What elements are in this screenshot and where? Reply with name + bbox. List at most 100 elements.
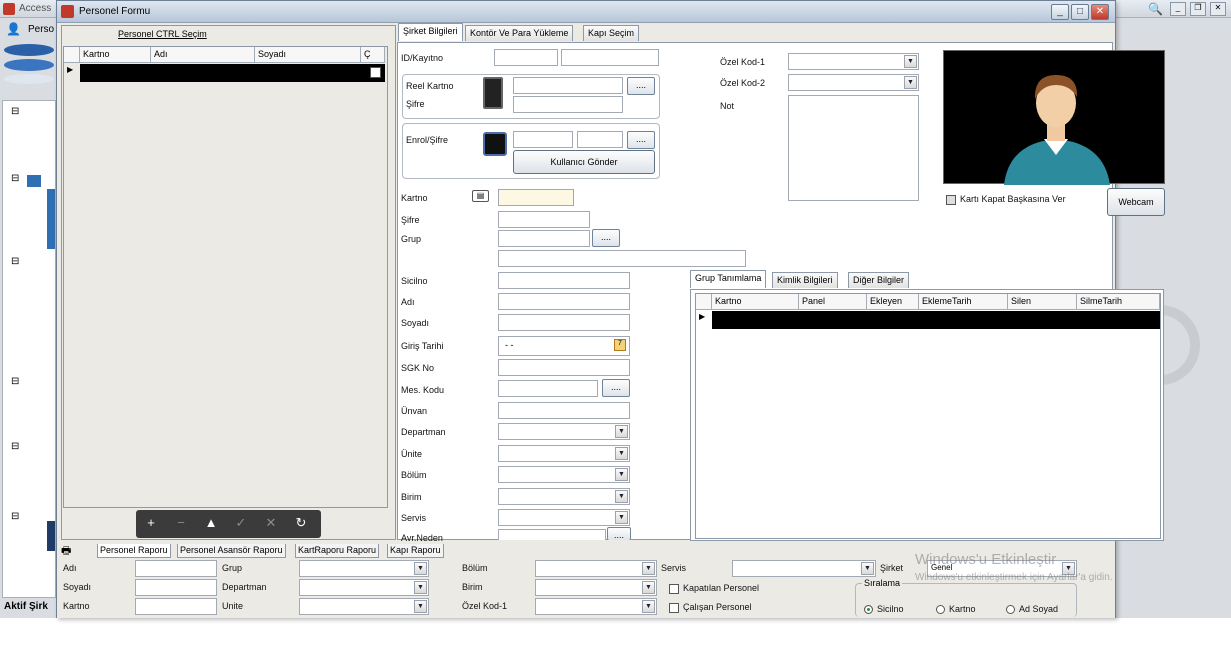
delete-icon[interactable]: − [168, 510, 194, 536]
tab-kontor-ve-para-yukleme[interactable]: Kontör Ve Para Yükleme [465, 25, 574, 41]
chevron-down-icon[interactable]: ▼ [642, 600, 655, 613]
unite-select[interactable]: ▼ [498, 445, 630, 462]
calisan-personel-option[interactable]: Çalışan Personel [669, 602, 752, 613]
calendar-icon[interactable]: 7 [614, 339, 626, 351]
minimize-icon[interactable]: _ [1170, 2, 1186, 16]
departman-select[interactable]: ▼ [498, 423, 630, 440]
sort-sicilno-option[interactable]: Sicilno [864, 604, 904, 615]
tree-expand-icon[interactable]: ⊟ [11, 511, 19, 522]
ozel-kod2-select[interactable]: ▼ [788, 74, 919, 91]
sort-kartno-radio[interactable] [936, 605, 945, 615]
filter-soyadi-input[interactable] [135, 579, 217, 596]
tree-expand-icon[interactable]: ⊟ [11, 376, 19, 387]
chevron-down-icon[interactable]: ▼ [615, 425, 628, 438]
printer-icon[interactable]: 🖶 [61, 542, 71, 561]
id-kayitno-input-1[interactable] [494, 49, 558, 66]
webcam-button[interactable]: Webcam [1107, 188, 1165, 216]
ozel-kod1-select[interactable]: ▼ [788, 53, 919, 70]
karti-kapat-checkbox-label[interactable]: Kartı Kapat Başkasına Ver [946, 194, 1066, 205]
enrol-browse-button[interactable]: .... [627, 131, 655, 149]
filter-grup-select[interactable]: ▼ [299, 560, 429, 577]
grid-header-silmetarih[interactable]: SilmeTarih [1077, 294, 1160, 310]
grid-header-ekleyen[interactable]: Ekleyen [867, 294, 919, 310]
grid-header-eklemetarih[interactable]: EklemeTarih [919, 294, 1008, 310]
minimize-button[interactable]: _ [1051, 4, 1069, 20]
filter-bolum-select[interactable]: ▼ [535, 560, 657, 577]
tab-kartraporu-raporu[interactable]: KartRaporu Raporu [295, 544, 380, 558]
chevron-down-icon[interactable]: ▼ [615, 468, 628, 481]
grup-input[interactable] [498, 230, 590, 247]
restore-icon[interactable]: ❐ [1190, 2, 1206, 16]
ayr-neden-input[interactable] [498, 529, 606, 540]
soyadi-input[interactable] [498, 314, 630, 331]
reel-kartno-browse-button[interactable]: .... [627, 77, 655, 95]
unvan-input[interactable] [498, 402, 630, 419]
grid-header-c[interactable]: Ç [361, 47, 385, 63]
mes-kodu-input[interactable] [498, 380, 598, 397]
enrol-input[interactable] [513, 131, 573, 148]
grid-header-panel[interactable]: Panel [799, 294, 867, 310]
birim-select[interactable]: ▼ [498, 488, 630, 505]
chevron-down-icon[interactable]: ▼ [414, 581, 427, 594]
grid-header-kartno[interactable]: Kartno [80, 47, 151, 63]
chevron-down-icon[interactable]: ▼ [615, 447, 628, 460]
maximize-button[interactable]: □ [1071, 4, 1089, 20]
chevron-down-icon[interactable]: ▼ [615, 490, 628, 503]
tab-diger-bilgiler[interactable]: Diğer Bilgiler [848, 272, 910, 288]
chevron-down-icon[interactable]: ▼ [642, 581, 655, 594]
filter-birim-select[interactable]: ▼ [535, 579, 657, 596]
sort-adsoyad-radio[interactable] [1006, 605, 1015, 615]
chevron-down-icon[interactable]: ▼ [861, 562, 874, 575]
tab-kapi-secim[interactable]: Kapı Seçim [583, 25, 640, 41]
filter-unite-select[interactable]: ▼ [299, 598, 429, 615]
calisan-personel-checkbox[interactable] [669, 602, 679, 613]
ayr-neden-browse-button[interactable]: .... [607, 527, 631, 540]
chevron-down-icon[interactable]: ▼ [904, 76, 917, 89]
id-kayitno-input-2[interactable] [561, 49, 659, 66]
chevron-down-icon[interactable]: ▼ [904, 55, 917, 68]
table-row[interactable] [712, 311, 1160, 329]
filter-departman-select[interactable]: ▼ [299, 579, 429, 596]
tab-personel-asansor-raporu[interactable]: Personel Asansör Raporu [177, 544, 286, 558]
move-up-icon[interactable]: ▲ [198, 510, 224, 536]
grup-description-input[interactable] [498, 250, 746, 267]
close-icon[interactable]: ✕ [1210, 2, 1226, 16]
filter-ozel-kod1-select[interactable]: ▼ [535, 598, 657, 615]
kapatilan-personel-option[interactable]: Kapatılan Personel [669, 583, 759, 594]
search-icon[interactable]: 🔍 [1148, 2, 1163, 16]
sort-kartno-option[interactable]: Kartno [936, 604, 976, 615]
tree-expand-icon[interactable]: ⊟ [11, 441, 19, 452]
tab-grup-tanimlama[interactable]: Grup Tanımlama [690, 270, 767, 288]
tree-expand-icon[interactable]: ⊟ [11, 173, 19, 184]
grid-header-kartno[interactable]: Kartno [712, 294, 799, 310]
tab-kimlik-bilgileri[interactable]: Kimlik Bilgileri [772, 272, 838, 288]
close-button[interactable]: ✕ [1091, 4, 1109, 20]
row-checkbox[interactable] [370, 67, 381, 78]
chevron-down-icon[interactable]: ▼ [642, 562, 655, 575]
filter-servis-select[interactable]: ▼ [732, 560, 876, 577]
grup-grid[interactable]: Kartno Panel Ekleyen EklemeTarih Silen S… [695, 293, 1161, 539]
reel-kartno-input[interactable] [513, 77, 623, 94]
sifre-input[interactable] [498, 211, 590, 228]
tree-expand-icon[interactable]: ⊟ [11, 106, 19, 117]
grid-header-adi[interactable]: Adı [151, 47, 255, 63]
refresh-icon[interactable]: ↻ [288, 510, 314, 536]
sicilno-input[interactable] [498, 272, 630, 289]
filter-kartno-input[interactable] [135, 598, 217, 615]
personel-grid[interactable]: Kartno Adı Soyadı Ç ▶ [63, 46, 388, 508]
cancel-icon[interactable]: ✕ [258, 510, 284, 536]
chevron-down-icon[interactable]: ▼ [414, 562, 427, 575]
tab-kapi-raporu[interactable]: Kapı Raporu [387, 544, 444, 558]
sgk-no-input[interactable] [498, 359, 630, 376]
giris-tarihi-input[interactable]: - - 7 [498, 336, 630, 356]
mes-kodu-browse-button[interactable]: .... [602, 379, 630, 397]
tab-personel-raporu[interactable]: Personel Raporu [97, 544, 171, 558]
sort-sicilno-radio[interactable] [864, 605, 873, 615]
enrol-sifre-input[interactable] [577, 131, 623, 148]
filter-adi-input[interactable] [135, 560, 217, 577]
bolum-select[interactable]: ▼ [498, 466, 630, 483]
card-icon[interactable]: ▤ [472, 190, 489, 202]
grup-browse-button[interactable]: .... [592, 229, 620, 247]
grid-header-silen[interactable]: Silen [1008, 294, 1077, 310]
reel-sifre-input[interactable] [513, 96, 623, 113]
